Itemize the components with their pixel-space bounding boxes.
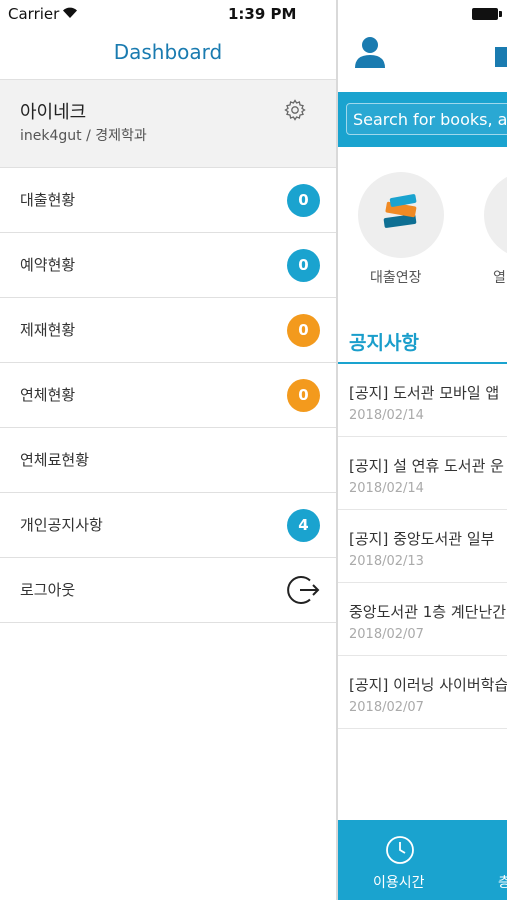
quick-link-label: 대출연장 xyxy=(370,270,422,286)
notices-heading: 공지사항 xyxy=(349,332,419,354)
search-bar: Search for books, a xyxy=(338,92,507,147)
list-item[interactable]: [공지] 중앙도서관 일부 2018/02/13 xyxy=(338,510,507,583)
clock-icon[interactable] xyxy=(384,834,416,866)
bottom-nav-label[interactable]: 이용시간 xyxy=(373,872,425,892)
count-badge: 0 xyxy=(287,184,320,217)
menu-item-label: 대출현황 xyxy=(20,191,76,209)
menu-item-label: 연체료현황 xyxy=(20,451,90,469)
search-input[interactable]: Search for books, a xyxy=(346,103,507,135)
list-item[interactable]: [공지] 도서관 모바일 앱 2018/02/14 xyxy=(338,364,507,437)
gear-icon[interactable] xyxy=(283,98,307,122)
menu-item-label: 제재현황 xyxy=(20,321,76,339)
menu-item-reservations[interactable]: 예약현황 0 xyxy=(0,233,336,298)
notice-title: [공지] 설 연휴 도서관 운 xyxy=(349,457,504,475)
menu-item-logout[interactable]: 로그아웃 xyxy=(0,558,336,623)
wifi-icon xyxy=(63,7,77,18)
profile-subtitle: inek4gut / 경제학과 xyxy=(20,128,147,144)
list-item[interactable]: [공지] 이러닝 사이버학습 2018/02/07 xyxy=(338,656,507,729)
quick-link-renew[interactable] xyxy=(358,172,444,258)
main-content: Search for books, a 대출연장 열 공지사항 [공지] 도서관… xyxy=(338,0,507,900)
notice-list: [공지] 도서관 모바일 앱 2018/02/14 [공지] 설 연휴 도서관 … xyxy=(338,364,507,729)
menu-item-personal-notices[interactable]: 개인공지사항 4 xyxy=(0,493,336,558)
menu-item-label: 연체현황 xyxy=(20,386,76,404)
notice-date: 2018/02/14 xyxy=(349,481,424,496)
side-menu-header: Dashboard xyxy=(0,28,336,80)
bottom-nav: 이용시간 층 xyxy=(338,820,507,900)
menu-item-label: 로그아웃 xyxy=(20,581,76,599)
menu-item-sanctions[interactable]: 제재현황 0 xyxy=(0,298,336,363)
carrier-label: Carrier xyxy=(8,5,60,23)
quick-link-second[interactable] xyxy=(484,172,507,258)
books-icon xyxy=(383,194,417,228)
side-menu: Dashboard 아이네크 inek4gut / 경제학과 대출현황 0 예약… xyxy=(0,0,336,900)
notice-title: [공지] 이러닝 사이버학습 xyxy=(349,676,507,694)
battery-icon xyxy=(472,8,498,20)
notice-title: [공지] 도서관 모바일 앱 xyxy=(349,384,500,402)
logo-icon xyxy=(495,47,507,67)
list-item[interactable]: 중앙도서관 1층 계단난간 2018/02/07 xyxy=(338,583,507,656)
list-item[interactable]: [공지] 설 연휴 도서관 운 2018/02/14 xyxy=(338,437,507,510)
logout-icon xyxy=(287,576,320,604)
panel-divider xyxy=(336,0,338,900)
quick-link-label: 열 xyxy=(493,270,506,286)
notice-date: 2018/02/07 xyxy=(349,627,424,642)
notice-title: 중앙도서관 1층 계단난간 xyxy=(349,603,507,621)
side-menu-list: 대출현황 0 예약현황 0 제재현황 0 연체현황 0 연체료현황 개인공지사항… xyxy=(0,168,336,623)
notice-title: [공지] 중앙도서관 일부 xyxy=(349,530,495,548)
page-title: Dashboard xyxy=(113,40,223,64)
menu-item-overdue[interactable]: 연체현황 0 xyxy=(0,363,336,428)
notice-date: 2018/02/13 xyxy=(349,554,424,569)
count-badge: 0 xyxy=(287,379,320,412)
status-bar: Carrier 1:39 PM xyxy=(0,0,507,28)
menu-item-label: 개인공지사항 xyxy=(20,516,103,534)
menu-item-overdue-fees[interactable]: 연체료현황 xyxy=(0,428,336,493)
profile-name: 아이네크 xyxy=(20,102,87,123)
menu-item-label: 예약현황 xyxy=(20,256,76,274)
count-badge: 0 xyxy=(287,314,320,347)
user-icon[interactable] xyxy=(355,36,385,68)
notice-date: 2018/02/07 xyxy=(349,700,424,715)
count-badge: 4 xyxy=(287,509,320,542)
clock-time: 1:39 PM xyxy=(228,5,297,23)
count-badge: 0 xyxy=(287,249,320,282)
menu-item-loans[interactable]: 대출현황 0 xyxy=(0,168,336,233)
profile-card: 아이네크 inek4gut / 경제학과 xyxy=(0,80,336,168)
bottom-nav-label[interactable]: 층 xyxy=(498,872,507,892)
notice-date: 2018/02/14 xyxy=(349,408,424,423)
